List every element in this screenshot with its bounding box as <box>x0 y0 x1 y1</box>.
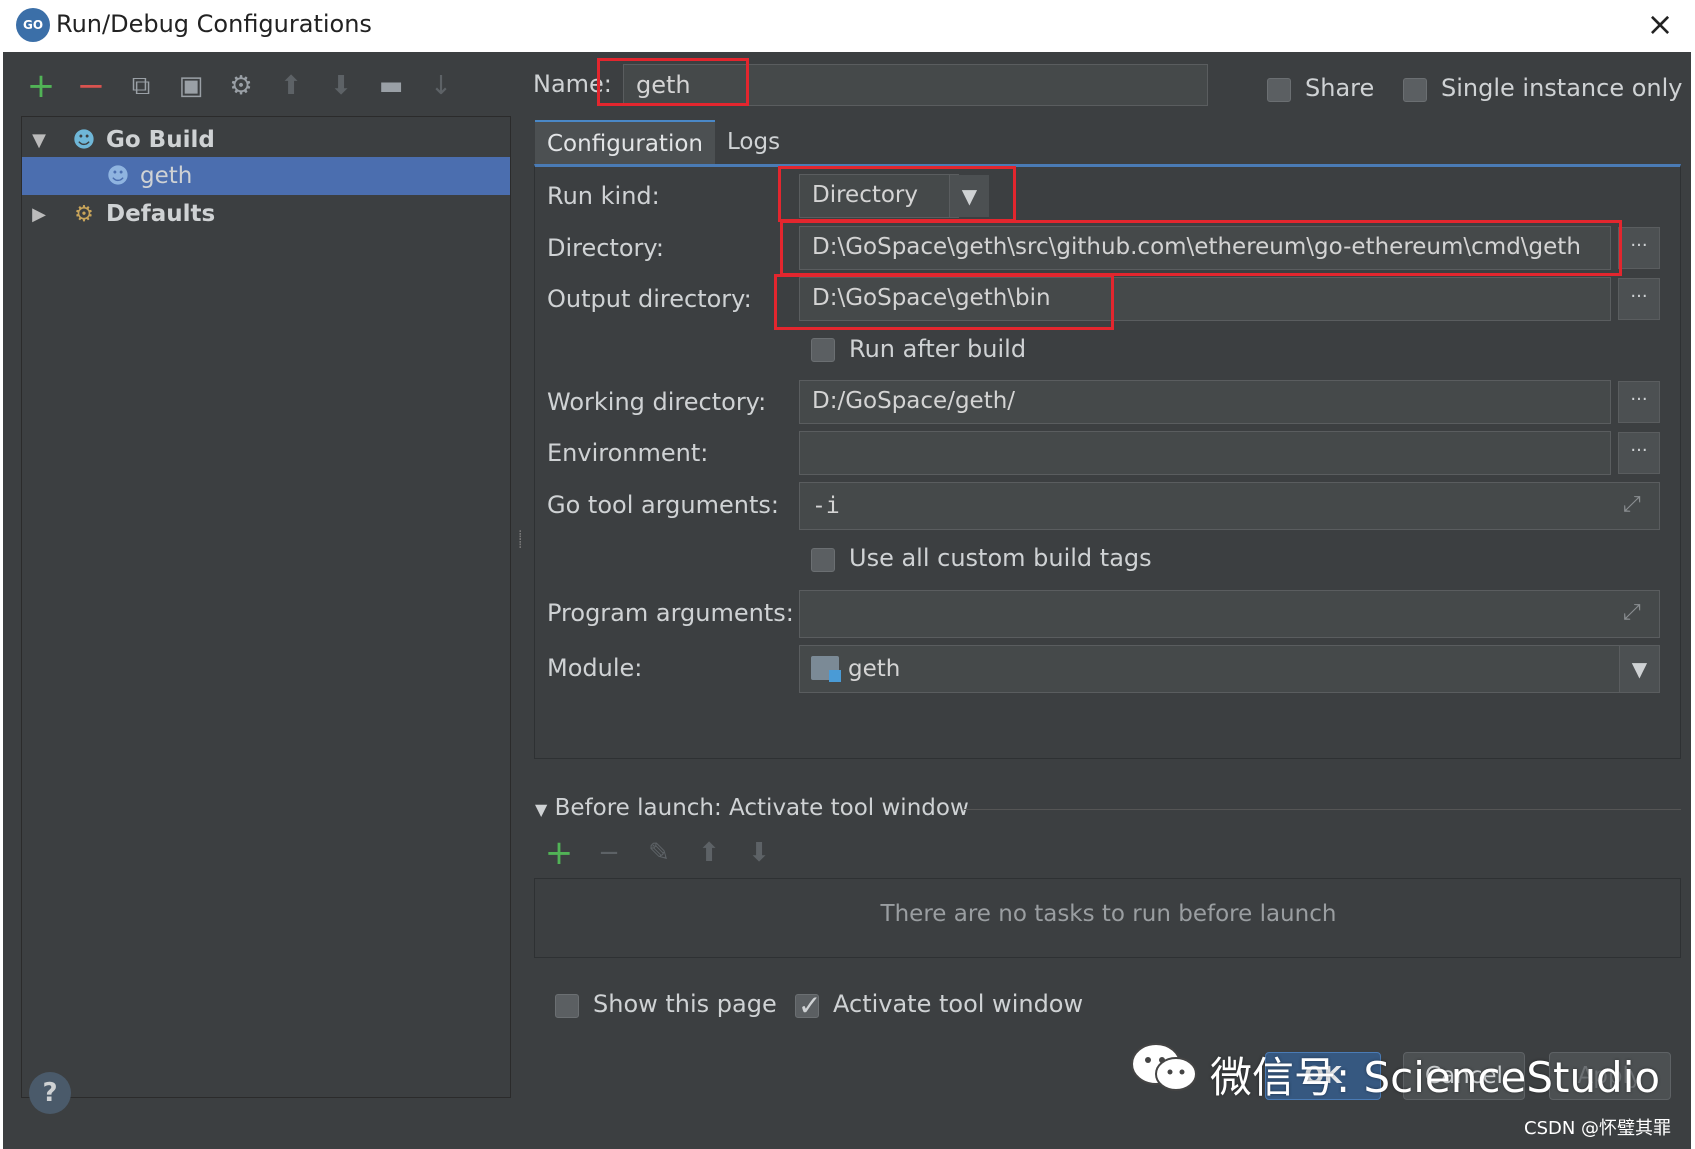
window: GO Run/Debug Configurations × + − ⧉ ▣ ⚙ … <box>0 0 1695 1149</box>
run-after-build-checkbox[interactable] <box>811 338 835 362</box>
highlight-box <box>597 58 749 106</box>
folder-icon[interactable]: ▬ <box>373 68 409 104</box>
tree-item-label: Defaults <box>106 201 216 227</box>
environment-label: Environment: <box>547 439 709 467</box>
goland-app-icon: GO <box>16 8 50 42</box>
remove-icon[interactable]: − <box>73 66 109 106</box>
activate-tool-window-checkbox[interactable] <box>795 989 821 1022</box>
csdn-watermark: CSDN @怀璧其罪 <box>1524 1118 1672 1139</box>
tab-logs[interactable]: Logs <box>715 120 792 164</box>
browse-working-directory-button[interactable]: ··· <box>1618 381 1660 423</box>
go-tool-arguments-label: Go tool arguments: <box>547 491 779 519</box>
before-launch-header[interactable]: ▼ Before launch: Activate tool window <box>535 792 969 826</box>
close-icon[interactable]: × <box>1640 4 1680 44</box>
empty-tasks-message: There are no tasks to run before launch <box>880 901 1337 927</box>
tree-item-label: geth <box>140 163 193 189</box>
browse-directory-button[interactable]: ··· <box>1618 227 1660 269</box>
window-title: Run/Debug Configurations <box>56 10 372 38</box>
add-task-icon[interactable]: + <box>543 836 575 870</box>
move-down-icon[interactable]: ⬇ <box>743 836 775 870</box>
program-arguments-label: Program arguments: <box>547 599 794 627</box>
before-launch-title: Before launch: Activate tool window <box>554 795 969 821</box>
expand-icon[interactable]: ⤢ <box>1623 492 1641 517</box>
highlight-box <box>780 220 1622 276</box>
wechat-icon <box>1131 1043 1197 1091</box>
program-arguments-input[interactable] <box>799 590 1660 638</box>
module-folder-icon <box>811 656 841 682</box>
working-directory-input[interactable]: D:/GoSpace/geth/ <box>799 380 1611 424</box>
tree-item-go-build[interactable]: ▼ ☻ Go Build <box>22 121 510 159</box>
dialog-body: + − ⧉ ▣ ⚙ ⬆ ⬇ ▬ ↓ ▼ ☻ Go Build ☻ geth ▶ … <box>3 52 1691 1149</box>
collapse-arrow-icon[interactable]: ▼ <box>535 800 547 819</box>
run-after-build-label: Run after build <box>849 335 1027 363</box>
show-this-page-label: Show this page <box>593 990 777 1018</box>
wrench-icon: ⚙ <box>74 201 94 227</box>
module-value: geth <box>848 656 901 682</box>
environment-input[interactable] <box>799 431 1611 475</box>
edit-environment-button[interactable]: ··· <box>1618 432 1660 474</box>
show-this-page-checkbox[interactable] <box>555 994 579 1018</box>
custom-build-tags-label: Use all custom build tags <box>849 544 1152 572</box>
expanded-arrow-icon[interactable]: ▼ <box>26 130 52 151</box>
tree-item-geth[interactable]: ☻ geth <box>22 157 510 195</box>
tab-strip: Configuration Logs <box>535 120 792 164</box>
config-toolbar: + − ⧉ ▣ ⚙ ⬆ ⬇ ▬ ↓ <box>23 66 459 106</box>
custom-build-tags-checkbox[interactable] <box>811 548 835 572</box>
move-up-icon[interactable]: ⬆ <box>273 68 309 104</box>
before-launch-toolbar: + − ✎ ⬆ ⬇ <box>543 836 775 870</box>
chevron-down-icon[interactable]: ▼ <box>1619 646 1659 692</box>
splitter-handle[interactable]: ⁞ ⁞ <box>518 529 524 566</box>
wechat-watermark: 微信号: ScienceStudio <box>1210 1053 1661 1102</box>
tree-item-defaults[interactable]: ▶ ⚙ Defaults <box>22 195 510 233</box>
help-button[interactable]: ? <box>29 1072 71 1114</box>
before-launch-task-list: There are no tasks to run before launch <box>534 878 1681 958</box>
browse-output-directory-button[interactable]: ··· <box>1618 278 1660 320</box>
expand-icon[interactable]: ⤢ <box>1623 600 1641 625</box>
share-label: Share <box>1305 74 1375 102</box>
working-directory-label: Working directory: <box>547 388 767 416</box>
tab-configuration[interactable]: Configuration <box>535 120 715 164</box>
collapsed-arrow-icon[interactable]: ▶ <box>26 204 52 225</box>
highlight-box <box>774 274 1114 330</box>
sort-icon[interactable]: ↓ <box>423 68 459 104</box>
save-icon[interactable]: ▣ <box>173 68 209 104</box>
move-up-icon[interactable]: ⬆ <box>693 836 725 870</box>
tree-item-label: Go Build <box>106 127 215 153</box>
config-tree: ▼ ☻ Go Build ☻ geth ▶ ⚙ Defaults <box>21 116 511 1098</box>
run-kind-label: Run kind: <box>547 182 660 210</box>
single-instance-checkbox[interactable] <box>1403 78 1427 102</box>
wrench-icon[interactable]: ⚙ <box>223 68 259 104</box>
highlight-box <box>778 166 1016 222</box>
copy-icon[interactable]: ⧉ <box>123 68 159 104</box>
module-select[interactable]: geth <box>799 645 1660 693</box>
single-instance-label: Single instance only <box>1441 74 1683 102</box>
add-icon[interactable]: + <box>23 66 59 106</box>
edit-task-icon[interactable]: ✎ <box>643 836 675 870</box>
gopher-icon: ☻ <box>106 163 130 189</box>
title-bar: GO Run/Debug Configurations × <box>0 0 1695 52</box>
go-tool-arguments-input[interactable]: -i <box>799 482 1660 530</box>
move-down-icon[interactable]: ⬇ <box>323 68 359 104</box>
divider <box>963 809 1681 810</box>
module-label: Module: <box>547 654 643 682</box>
gopher-icon: ☻ <box>72 127 96 153</box>
remove-task-icon[interactable]: − <box>593 836 625 870</box>
share-checkbox[interactable] <box>1267 78 1291 102</box>
output-directory-label: Output directory: <box>547 285 752 313</box>
activate-tool-window-label: Activate tool window <box>833 990 1084 1018</box>
directory-label: Directory: <box>547 234 664 262</box>
